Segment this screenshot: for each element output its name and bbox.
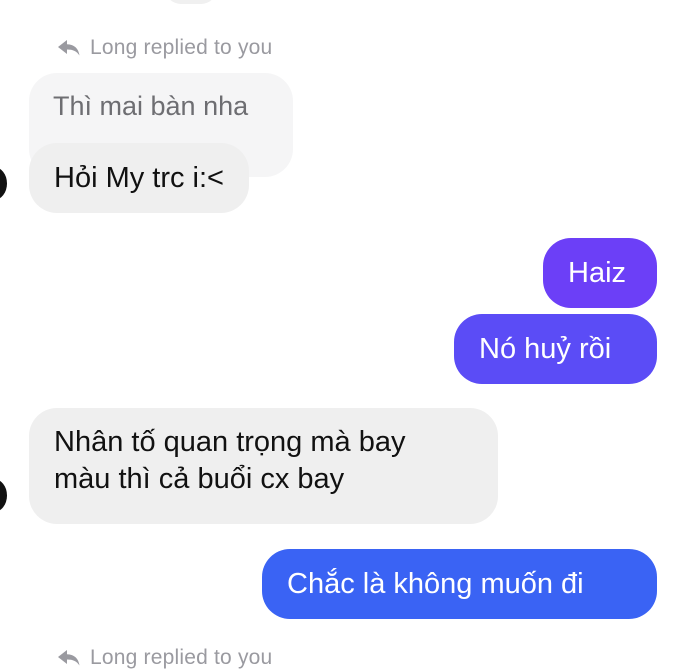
outgoing-message-bubble[interactable]: Haiz — [543, 238, 657, 308]
avatar[interactable] — [0, 167, 7, 200]
reply-indicator: Long replied to you — [57, 646, 272, 670]
message-text: Nhân tố quan trọng mà bay màu thì cả buổ… — [54, 426, 406, 495]
reply-indicator: Long replied to you — [57, 36, 272, 60]
avatar[interactable] — [0, 479, 7, 512]
incoming-message-bubble[interactable]: Hỏi My trc i:< — [29, 143, 249, 213]
outgoing-message-bubble[interactable]: Chắc là không muốn đi — [262, 549, 657, 619]
cut-off-message-bubble — [165, 0, 217, 4]
reply-label-text: Long replied to you — [90, 36, 273, 59]
reply-arrow-icon — [58, 650, 80, 666]
message-text: Haiz — [568, 257, 627, 289]
reply-arrow-icon — [58, 40, 80, 56]
quoted-message-text: Thì mai bàn nha — [53, 91, 249, 121]
message-text: Chắc là không muốn đi — [287, 568, 584, 600]
incoming-message-bubble[interactable]: Nhân tố quan trọng mà bay màu thì cả buổ… — [29, 408, 498, 524]
message-text: Hỏi My trc i:< — [54, 162, 224, 194]
message-text: Nó huỷ rồi — [479, 333, 612, 365]
chat-thread: Long replied to you Thì mai bàn nha Hỏi … — [0, 0, 674, 669]
outgoing-message-bubble[interactable]: Nó huỷ rồi — [454, 314, 657, 384]
reply-label-text: Long replied to you — [90, 646, 273, 669]
